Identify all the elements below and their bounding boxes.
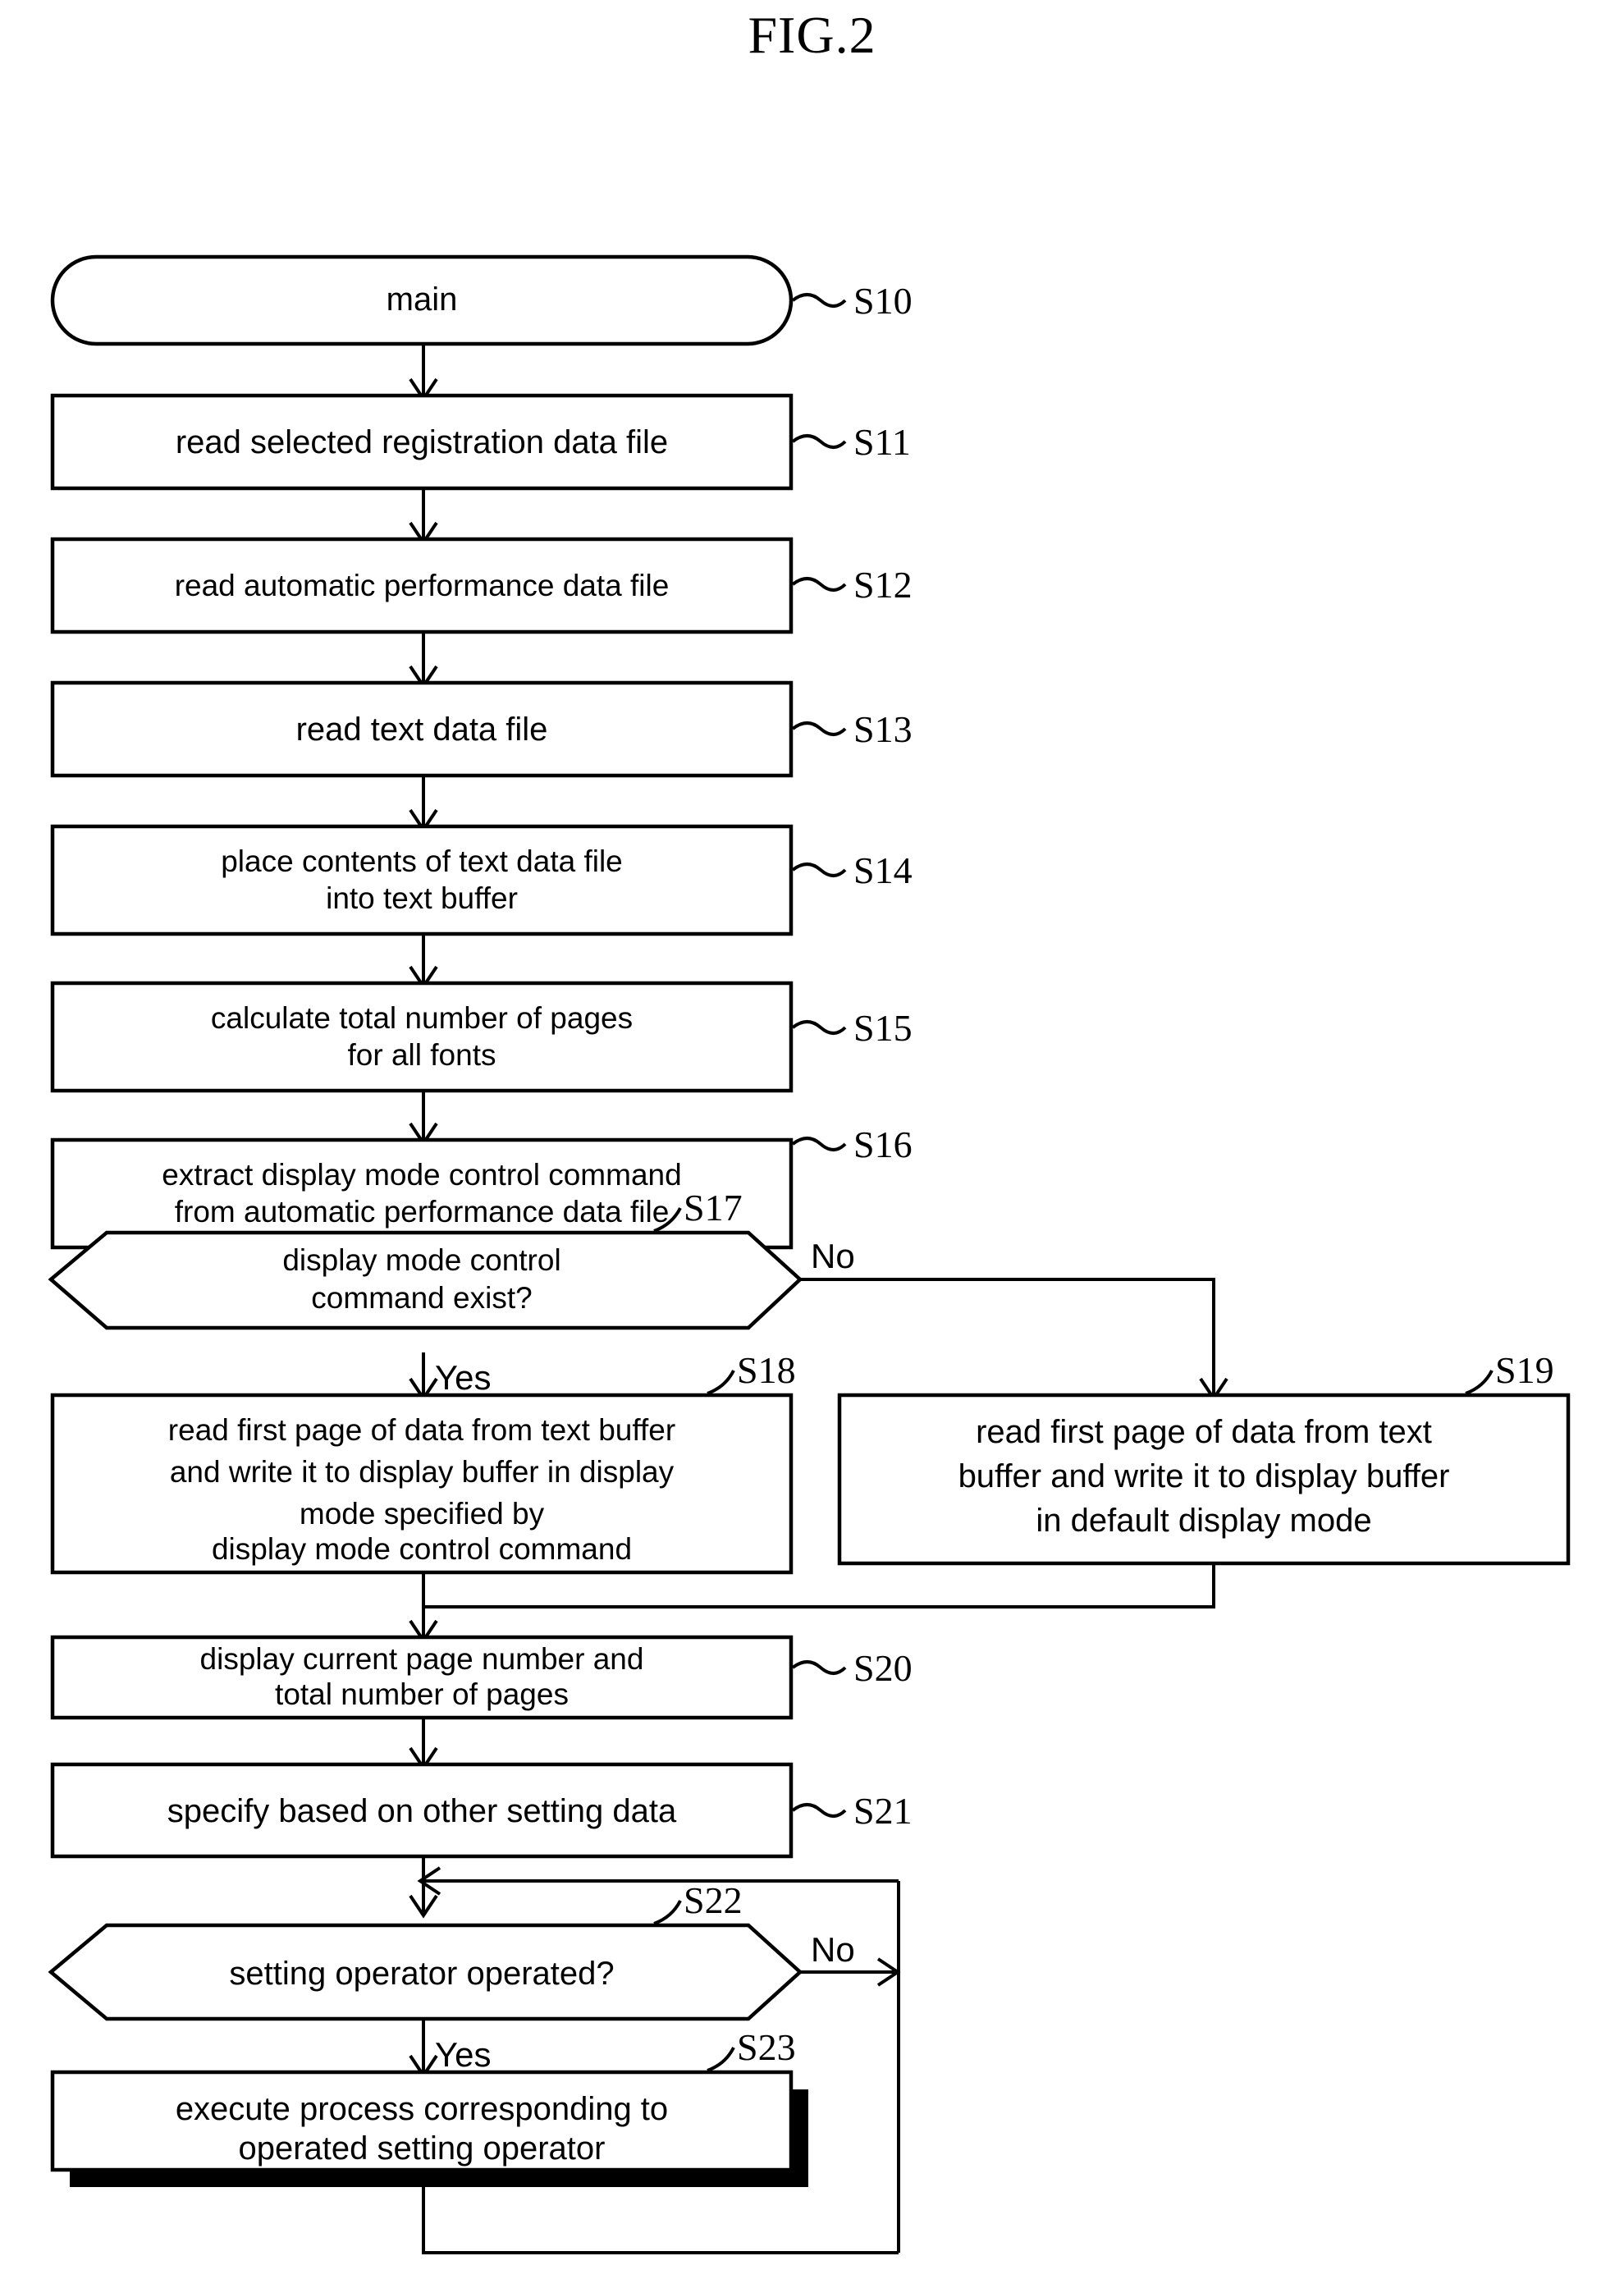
node-s20[interactable]: display current page number and total nu…	[50, 1635, 913, 1720]
node-s21-line-0: specify based on other setting data	[167, 1793, 677, 1829]
node-s15-line-1: for all fonts	[348, 1038, 496, 1072]
node-s16-step-label: S16	[853, 1123, 913, 1165]
node-s17-line-1: command exist?	[311, 1281, 532, 1315]
node-s11[interactable]: read selected registration data file S11	[50, 393, 911, 491]
node-s10[interactable]: main S10	[50, 254, 913, 346]
node-s13[interactable]: read text data file S13	[50, 680, 913, 778]
node-s19-step-label: S19	[1495, 1349, 1554, 1391]
node-s19-line-1: buffer and write it to display buffer	[958, 1458, 1450, 1494]
node-s22-yes-label: Yes	[435, 2035, 492, 2074]
node-s11-line-0: read selected registration data file	[176, 424, 668, 460]
edge-s22-s23-yes	[409, 2018, 438, 2079]
node-s18-line-0: read first page of data from text buffer	[168, 1413, 675, 1447]
node-s23[interactable]: execute process corresponding to operate…	[50, 2026, 808, 2187]
node-s14-shape	[50, 824, 794, 936]
node-s13-line-0: read text data file	[296, 712, 548, 748]
node-s15[interactable]: calculate total number of pages for all …	[50, 981, 913, 1093]
edge-s10-s11	[409, 343, 438, 402]
node-s16[interactable]: extract display mode control command fro…	[50, 1123, 913, 1250]
node-s11-step-label: S11	[853, 421, 911, 463]
node-s22-line-0: setting operator operated?	[229, 1956, 614, 1992]
flowchart-figure: FIG.2 main S10 read selected registratio…	[0, 0, 1624, 2288]
node-s12-step-label: S12	[853, 564, 913, 606]
node-s17-no-label: No	[811, 1237, 855, 1275]
node-s16-line-1: from automatic performance data file	[175, 1195, 670, 1229]
node-s20-step-label: S20	[853, 1647, 913, 1689]
node-s17-line-0: display mode control	[282, 1243, 560, 1277]
node-s10-line-0: main	[387, 281, 458, 318]
node-s19-line-2: in default display mode	[1036, 1503, 1371, 1539]
edge-s15-s16	[409, 1091, 438, 1146]
node-s20-line-1: total number of pages	[275, 1677, 569, 1711]
edge-s13-s14	[409, 776, 438, 833]
node-s23-line-1: operated setting operator	[239, 2130, 606, 2167]
node-s18-line-3: display mode control command	[212, 1532, 632, 1566]
node-s14-line-0: place contents of text data file	[221, 844, 623, 878]
node-s17-step-label: S17	[684, 1187, 743, 1229]
node-s23-line-0: execute process corresponding to	[176, 2091, 668, 2127]
node-s22[interactable]: setting operator operated? S22 No Yes	[48, 1879, 855, 2074]
node-s13-step-label: S13	[853, 708, 913, 750]
edge-s20-s21	[409, 1718, 438, 1771]
edge-s17-s19-no	[800, 1278, 1228, 1402]
node-s18-line-2: mode specified by	[300, 1497, 545, 1531]
node-s21-step-label: S21	[853, 1790, 913, 1832]
node-s23-step-label: S23	[737, 2026, 796, 2068]
edge-s23-loopback	[422, 2184, 899, 2254]
flowchart-canvas: main S10 read selected registration data…	[48, 254, 1571, 2254]
node-s22-no-label: No	[811, 1930, 855, 1969]
edge-s17-s18-yes	[409, 1352, 438, 1402]
node-s16-line-0: extract display mode control command	[162, 1158, 681, 1192]
node-s18-line-1: and write it to display buffer in displa…	[170, 1455, 675, 1489]
edge-s14-s15	[409, 934, 438, 990]
node-s22-step-label: S22	[684, 1879, 743, 1921]
node-s14-line-1: into text buffer	[326, 881, 518, 915]
node-s19-line-0: read first page of data from text	[976, 1414, 1432, 1450]
edge-s21-s22	[409, 1856, 438, 1919]
node-s10-step-label: S10	[853, 280, 913, 322]
node-s20-line-0: display current page number and	[200, 1642, 644, 1676]
node-s12-line-0: read automatic performance data file	[175, 569, 670, 602]
figure-title: FIG.2	[748, 6, 876, 64]
node-s14-step-label: S14	[853, 849, 913, 891]
node-s17-yes-label: Yes	[435, 1358, 492, 1397]
node-s15-step-label: S15	[853, 1007, 913, 1049]
node-s18-step-label: S18	[737, 1349, 796, 1391]
edge-s11-s12	[409, 488, 438, 546]
node-s15-line-0: calculate total number of pages	[211, 1001, 633, 1035]
edge-loopback-top	[417, 1866, 899, 1896]
node-s12[interactable]: read automatic performance data file S12	[50, 537, 913, 634]
node-s15-shape	[50, 981, 794, 1093]
edge-s12-s13	[409, 632, 438, 689]
node-s14[interactable]: place contents of text data file into te…	[50, 824, 913, 936]
node-s21[interactable]: specify based on other setting data S21	[50, 1762, 913, 1859]
